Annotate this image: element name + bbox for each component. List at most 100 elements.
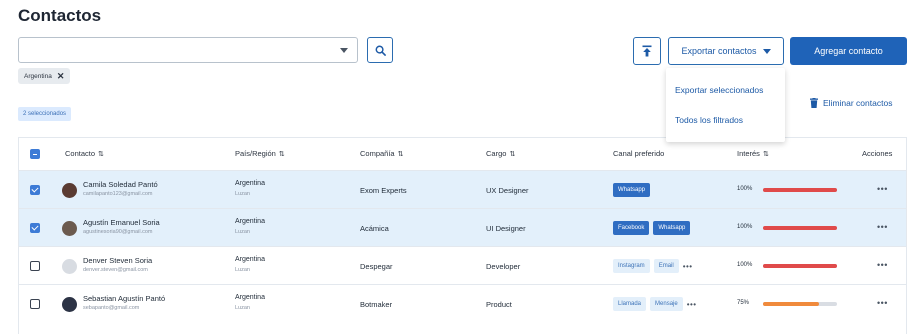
- sort-icon[interactable]: ⇅: [279, 150, 285, 158]
- column-header-company[interactable]: Compañía ⇅: [360, 149, 403, 158]
- trash-icon: [810, 98, 818, 108]
- chevron-down-icon[interactable]: [340, 48, 348, 53]
- contact-name[interactable]: Agustín Emanuel Soria: [83, 218, 160, 227]
- contact-role: Product: [486, 300, 512, 309]
- avatar: [62, 183, 77, 198]
- add-contact-button[interactable]: Agregar contacto: [790, 37, 907, 65]
- export-selected-option[interactable]: Exportar seleccionados: [675, 85, 763, 95]
- upload-icon: [642, 45, 652, 57]
- contact-email: agustinesoria90@gmail.com: [83, 229, 153, 235]
- row-actions-icon[interactable]: •••: [877, 260, 888, 270]
- column-header-contact[interactable]: Contacto ⇅: [65, 149, 104, 158]
- contact-city: Luzan: [235, 305, 250, 311]
- contact-email: denver.steven@gmail.com: [83, 267, 148, 273]
- contact-city: Luzan: [235, 229, 250, 235]
- contact-country: Argentina: [235, 256, 265, 263]
- column-label: Interés: [737, 149, 760, 158]
- channel-tag: Mensaje: [650, 297, 683, 311]
- filter-chip: Argentina ✕: [18, 68, 71, 84]
- column-header-role[interactable]: Cargo ⇅: [486, 149, 515, 158]
- search-input[interactable]: [18, 37, 358, 63]
- column-label: País/Región: [235, 149, 276, 158]
- export-contacts-button[interactable]: Exportar contactos: [668, 37, 784, 65]
- contact-city: Luzan: [235, 267, 250, 273]
- table-row[interactable]: Camila Soledad Pantó camilapanto123@gmail…: [19, 170, 906, 209]
- contact-role: UX Designer: [486, 186, 529, 195]
- interest-bar: [763, 302, 837, 306]
- import-button[interactable]: [633, 37, 661, 65]
- channel-tag: Instagram: [613, 259, 650, 273]
- channel-tags: Instagram Email •••: [613, 259, 693, 273]
- table-row[interactable]: Sebastian Agustín Pantó sebapanto@gmail.c…: [19, 284, 906, 323]
- chevron-down-icon: [762, 48, 771, 54]
- interest-bar-fill: [763, 302, 819, 306]
- contact-company: Botmaker: [360, 300, 393, 309]
- contact-email: sebapanto@gmail.com: [83, 305, 140, 311]
- interest-bar-fill: [763, 188, 837, 192]
- row-checkbox[interactable]: [30, 223, 40, 233]
- row-actions-icon[interactable]: •••: [877, 184, 888, 194]
- contact-company: Despegar: [360, 262, 393, 271]
- column-label: Contacto: [65, 149, 96, 158]
- sort-icon[interactable]: ⇅: [98, 150, 104, 158]
- contact-name[interactable]: Camila Soledad Pantó: [83, 180, 158, 189]
- column-label: Canal preferido: [613, 149, 665, 158]
- sort-icon[interactable]: ⇅: [509, 150, 515, 158]
- avatar: [62, 259, 77, 274]
- contact-country: Argentina: [235, 294, 265, 301]
- channel-tag: Email: [653, 259, 679, 273]
- more-channels-icon[interactable]: •••: [683, 262, 693, 271]
- interest-percent: 100%: [737, 262, 753, 268]
- select-all-checkbox[interactable]: [30, 149, 40, 159]
- channel-tags: Whatsapp: [613, 183, 651, 197]
- delete-contacts-label: Eliminar contactos: [823, 98, 893, 108]
- sort-icon[interactable]: ⇅: [398, 150, 404, 158]
- contact-role: UI Designer: [486, 224, 526, 233]
- contacts-table: Contacto ⇅ País/Región ⇅ Compañía ⇅ Cargo ⇅ …: [18, 137, 907, 334]
- more-channels-icon[interactable]: •••: [687, 300, 697, 309]
- search-button[interactable]: [367, 37, 393, 63]
- filter-chip-label: Argentina: [24, 72, 52, 80]
- table-header: Contacto ⇅ País/Región ⇅ Compañía ⇅ Cargo ⇅ …: [19, 138, 906, 170]
- contact-name[interactable]: Sebastian Agustín Pantó: [83, 294, 165, 303]
- table-row[interactable]: Denver Steven Soria denver.steven@gmail.c…: [19, 246, 906, 285]
- column-label: Acciones: [862, 149, 893, 158]
- contact-country: Argentina: [235, 218, 265, 225]
- channel-tag: Llamada: [613, 297, 647, 311]
- interest-percent: 75%: [737, 300, 750, 306]
- contact-country: Argentina: [235, 180, 265, 187]
- column-header-interest[interactable]: Interés ⇅: [737, 149, 769, 158]
- contact-city: Luzan: [235, 191, 250, 197]
- contact-role: Developer: [486, 262, 521, 271]
- interest-bar-fill: [763, 264, 837, 268]
- interest-bar: [763, 188, 837, 192]
- sort-icon[interactable]: ⇅: [763, 150, 769, 158]
- row-checkbox[interactable]: [30, 185, 40, 195]
- search-icon: [375, 45, 386, 56]
- interest-bar: [763, 226, 837, 230]
- selection-count-badge: 2 seleccionados: [18, 107, 72, 121]
- row-actions-icon[interactable]: •••: [877, 298, 888, 308]
- column-header-country[interactable]: País/Región ⇅: [235, 149, 285, 158]
- interest-percent: 100%: [737, 224, 753, 230]
- interest-bar: [763, 264, 837, 268]
- channel-tags: Facebook Whatsapp: [613, 221, 691, 235]
- avatar: [62, 297, 77, 312]
- close-icon[interactable]: ✕: [57, 71, 65, 81]
- page-title: Contactos: [18, 6, 102, 25]
- column-header-actions: Acciones: [862, 149, 892, 158]
- contact-company: Acámica: [360, 224, 389, 233]
- channel-tag: Whatsapp: [653, 221, 691, 235]
- channel-tags: Llamada Mensaje •••: [613, 297, 697, 311]
- table-row[interactable]: Agustín Emanuel Soria agustinesoria90@gma…: [19, 208, 906, 247]
- column-label: Cargo: [486, 149, 507, 158]
- channel-tag: Facebook: [613, 221, 650, 235]
- row-actions-icon[interactable]: •••: [877, 222, 888, 232]
- interest-bar-fill: [763, 226, 837, 230]
- row-checkbox[interactable]: [30, 299, 40, 309]
- export-dropdown-menu: Exportar seleccionados Todos los filtrad…: [666, 68, 785, 142]
- row-checkbox[interactable]: [30, 261, 40, 271]
- delete-contacts-button[interactable]: Eliminar contactos: [810, 98, 892, 108]
- export-filtered-option[interactable]: Todos los filtrados: [675, 115, 743, 125]
- contact-name[interactable]: Denver Steven Soria: [83, 256, 152, 265]
